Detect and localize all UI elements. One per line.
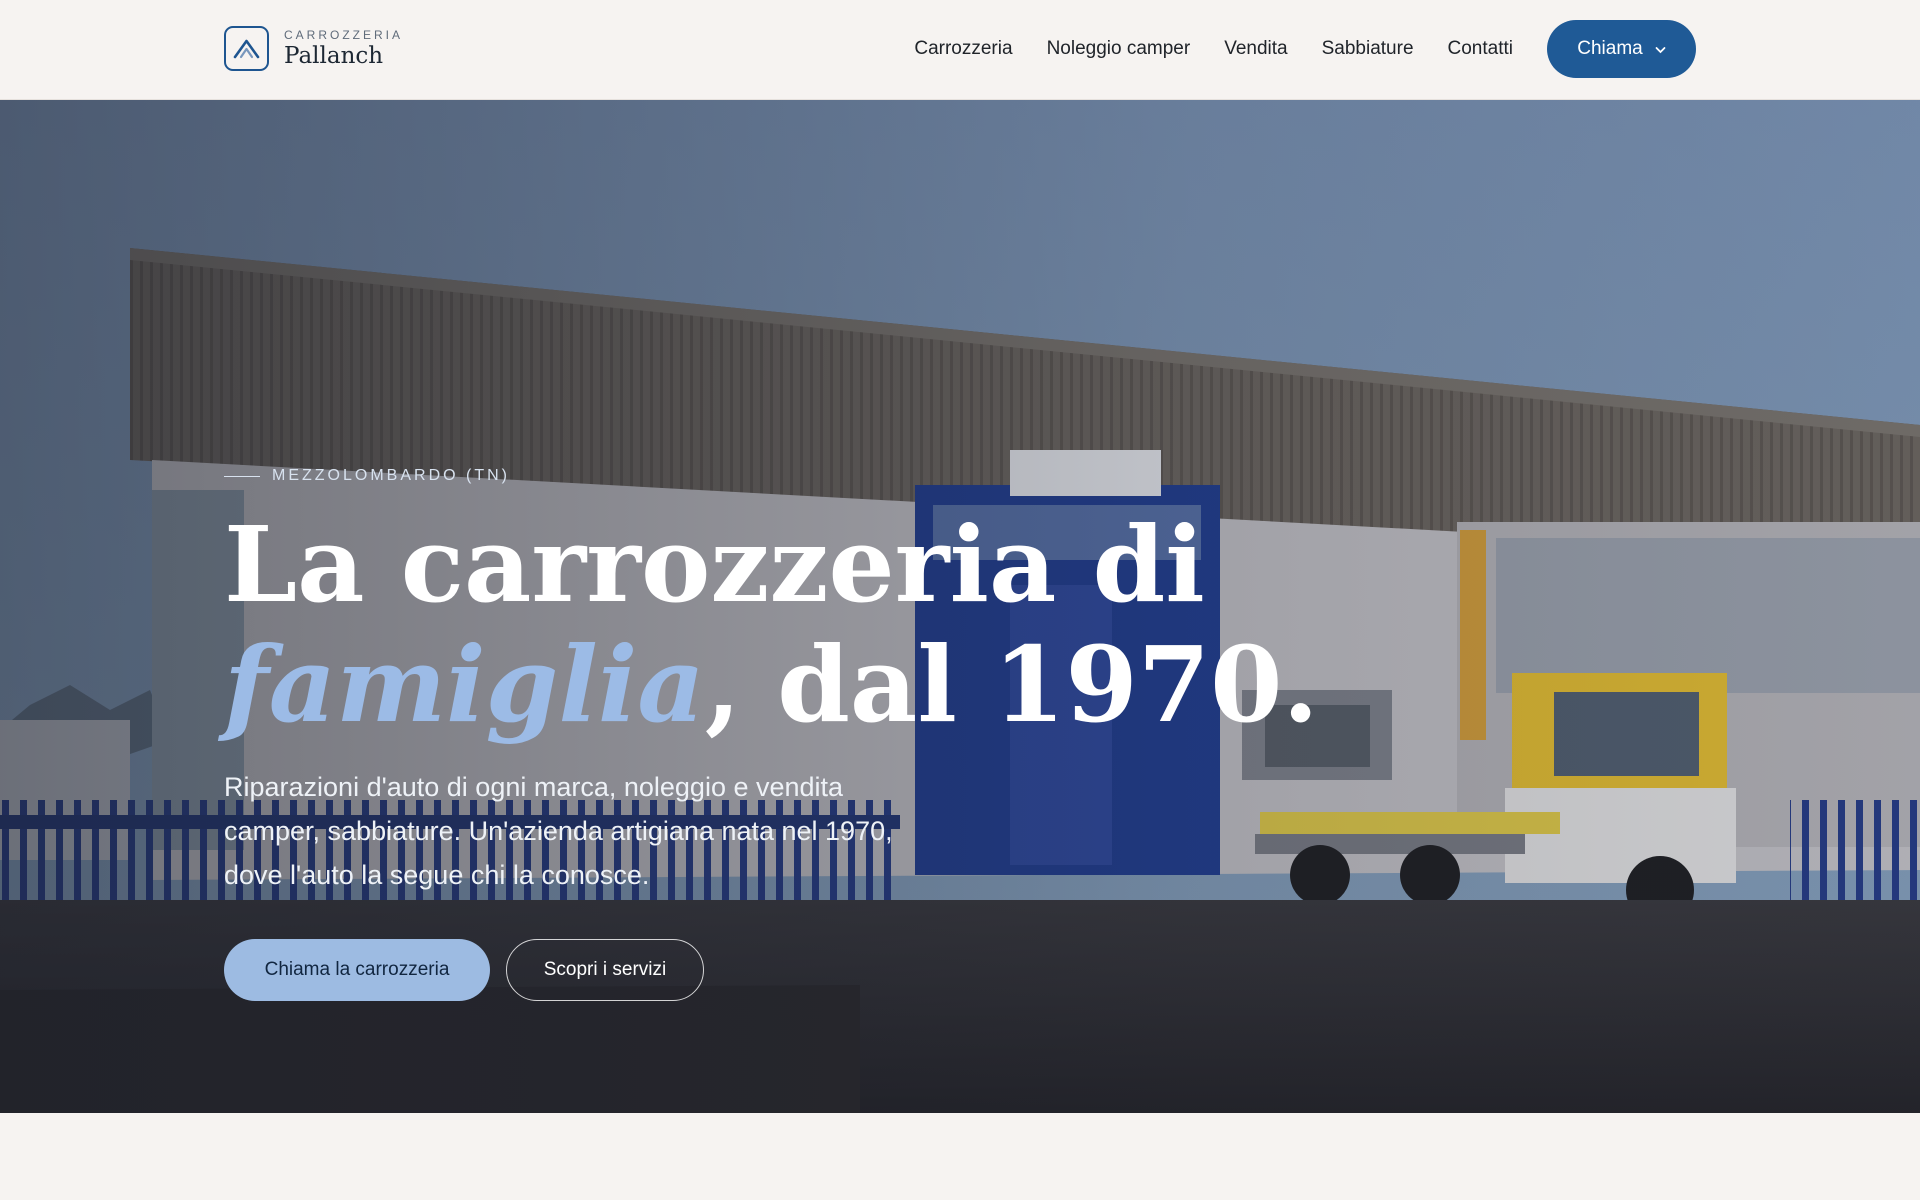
brand-logo[interactable]: CARROZZERIA Pallanch bbox=[224, 26, 403, 71]
site-header: CARROZZERIA Pallanch Carrozzeria Noleggi… bbox=[0, 0, 1920, 100]
brand-name: Pallanch bbox=[284, 43, 384, 69]
call-workshop-button[interactable]: Chiama la carrozzeria bbox=[224, 939, 490, 1001]
brand-kicker: CARROZZERIA bbox=[284, 28, 404, 42]
location-label: MEZZOLOMBARDO (TN) bbox=[272, 467, 510, 484]
eyebrow-divider bbox=[224, 475, 260, 477]
call-button-label: Chiama bbox=[1577, 38, 1643, 59]
hero-headline: La carrozzeria di famiglia, dal 1970. bbox=[224, 505, 1319, 746]
hero-content: MEZZOLOMBARDO (TN) La carrozzeria di fam… bbox=[224, 467, 1319, 1001]
nav-sabbiature[interactable]: Sabbiature bbox=[1322, 38, 1414, 60]
nav-noleggio-camper[interactable]: Noleggio camper bbox=[1047, 38, 1191, 60]
nav-contatti[interactable]: Contatti bbox=[1448, 38, 1513, 60]
hero-description: Riparazioni d'auto di ogni marca, nolegg… bbox=[224, 772, 893, 890]
brand-text: CARROZZERIA Pallanch bbox=[284, 29, 403, 68]
headline-part-1: La carrozzeria di bbox=[224, 503, 1205, 626]
chevron-down-icon bbox=[1655, 38, 1666, 60]
hero-actions: Chiama la carrozzeria Scopri i servizi bbox=[224, 939, 1184, 1001]
discover-services-button[interactable]: Scopri i servizi bbox=[506, 939, 704, 1001]
headline-part-2: , dal 1970. bbox=[704, 623, 1319, 746]
nav-vendita[interactable]: Vendita bbox=[1224, 38, 1287, 60]
nav-carrozzeria[interactable]: Carrozzeria bbox=[914, 38, 1012, 60]
headline-accent: famiglia bbox=[224, 623, 705, 746]
main-navigation: Carrozzeria Noleggio camper Vendita Sabb… bbox=[914, 20, 1696, 78]
location-eyebrow: MEZZOLOMBARDO (TN) bbox=[224, 467, 1184, 485]
logo-icon bbox=[224, 26, 269, 71]
hero-section: MEZZOLOMBARDO (TN) La carrozzeria di fam… bbox=[0, 100, 1920, 1113]
call-dropdown-button[interactable]: Chiama bbox=[1547, 20, 1696, 78]
